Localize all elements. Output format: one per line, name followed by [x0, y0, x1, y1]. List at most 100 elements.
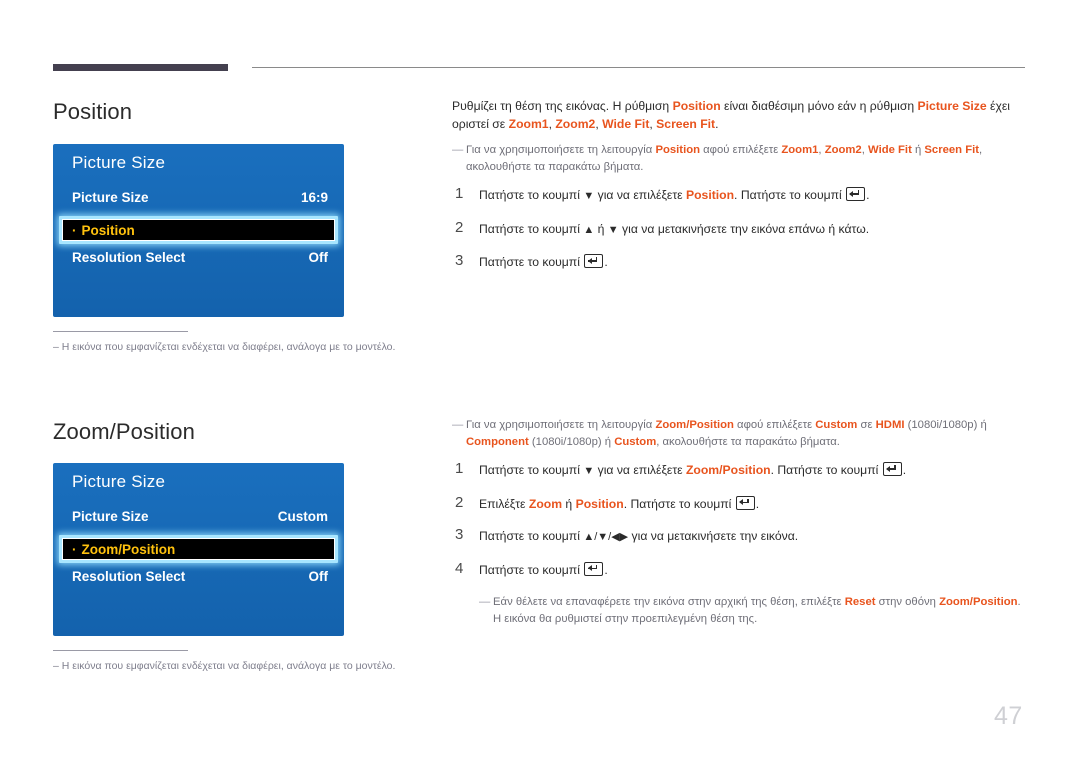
text: Πατήστε το κουμπί — [479, 529, 584, 543]
highlight-component: Component — [466, 435, 529, 448]
footnote-text-1: – Η εικόνα που εμφανίζεται ενδέχεται να … — [53, 341, 395, 353]
highlight-picture-size: Picture Size — [917, 99, 987, 113]
footnote-rule — [53, 650, 188, 651]
end-note: — Εάν θέλετε να επαναφέρετε την εικόνα στ… — [479, 594, 1027, 627]
text: σε — [857, 419, 876, 431]
text: για να μετακινήσετε την εικόνα. — [628, 529, 799, 543]
osd-row-value: Off — [308, 569, 329, 584]
osd-row-value: Off — [308, 250, 329, 265]
step-3: 3 Πατήστε το κουμπί ▲/▼/◀▶ για να μετακιν… — [452, 526, 1027, 547]
osd-row-label: Resolution Select — [72, 569, 186, 584]
text: είναι διαθέσιμη μόνο εάν η ρύθμιση — [720, 99, 918, 113]
bullet-icon: · — [72, 222, 77, 238]
text: Πατήστε το κουμπί — [479, 463, 584, 477]
step-1: 1 Πατήστε το κουμπί ▼ για να επιλέξετε Zo… — [452, 460, 1027, 481]
text: Για να χρησιμοποιήσετε τη λειτουργία — [466, 419, 656, 431]
bullet-icon: · — [72, 541, 77, 557]
section-1-body: Ρυθμίζει τη θέση της εικόνας. Η ρύθμιση … — [452, 98, 1027, 287]
highlight-zoom-position: Zoom/Position — [655, 419, 734, 431]
text: . — [902, 463, 907, 477]
highlight-screen-fit: Screen Fit — [924, 144, 980, 156]
osd-row-position-selected[interactable]: · Position — [59, 216, 338, 244]
osd-row-value: 16:9 — [300, 190, 328, 205]
enter-key-icon — [882, 462, 902, 476]
note-dash-icon: — — [452, 419, 464, 431]
text: . — [755, 496, 760, 511]
text: στην οθόνη — [875, 596, 940, 608]
footnote-text-2: – Η εικόνα που εμφανίζεται ενδέχεται να … — [53, 660, 395, 672]
footnote-dash: – — [53, 341, 59, 353]
osd-selected-inner: · Zoom/Position — [62, 538, 335, 560]
arrow-down-icon: ▼ — [583, 465, 595, 477]
highlight-position: Position — [655, 144, 701, 156]
step-number: 1 — [455, 185, 464, 202]
highlight-wide-fit: Wide Fit — [602, 116, 650, 131]
osd-selected-inner: · Position — [62, 219, 335, 241]
footnote-rule — [53, 331, 188, 332]
enter-key-icon — [584, 561, 604, 576]
text: . Πατήστε το κουμπί — [734, 188, 846, 202]
note-1: — Για να χρησιμοποιήσετε τη λειτουργία Po… — [452, 142, 1027, 175]
step-2: 2 Επιλέξτε Zoom ή Position. Πατήστε το κο… — [452, 494, 1027, 514]
text: . — [604, 255, 608, 269]
highlight-custom: Custom — [614, 435, 657, 448]
highlight-position: Position — [672, 99, 721, 113]
enter-key-icon — [735, 495, 755, 510]
header-rule-line — [252, 67, 1025, 68]
step-number: 3 — [455, 526, 464, 543]
arrow-cluster-icon: ▲/▼/◀▶ — [583, 531, 629, 543]
step-2: 2 Πατήστε το κουμπί ▲ ή ▼ για να μετακινή… — [452, 218, 1027, 240]
text: για να μετακινήσετε την εικόνα επάνω ή κ… — [618, 221, 870, 236]
footnote-body: Η εικόνα που εμφανίζεται ενδέχεται να δι… — [61, 660, 396, 672]
page-title-position: Position — [53, 99, 133, 124]
section-2-body: — Για να χρησιμοποιήσετε τη λειτουργία Zo… — [452, 417, 1027, 639]
highlight-zoom1: Zoom1 — [508, 116, 549, 131]
text: Επιλέξτε — [479, 496, 529, 511]
footnote-dash: – — [53, 660, 59, 672]
text: Για να χρησιμοποιήσετε τη λειτουργία — [466, 144, 656, 156]
osd-panel-picture-size-2: Picture Size Picture Size Custom · Zoom/… — [53, 463, 344, 636]
text: ή — [594, 221, 608, 236]
text: ή — [911, 144, 925, 156]
header-accent-bar — [53, 64, 228, 71]
osd-row-resolution-select[interactable]: Resolution Select Off — [72, 250, 328, 270]
highlight-hdmi: HDMI — [875, 419, 905, 431]
text: . Πατήστε το κουμπί — [770, 463, 882, 477]
osd-row-label: Resolution Select — [72, 250, 186, 265]
highlight-reset: Reset — [844, 596, 876, 608]
text: αφού επιλέξετε — [700, 144, 782, 156]
step-1: 1 Πατήστε το κουμπί ▼ για να επιλέξετε Po… — [452, 185, 1027, 206]
text: (1080i/1080p) ή — [904, 419, 987, 431]
text: Ρυθμίζει τη θέση της εικόνας. Η ρύθμιση — [452, 99, 673, 113]
arrow-down-icon: ▼ — [607, 223, 619, 236]
osd-row-resolution-select[interactable]: Resolution Select Off — [72, 569, 328, 589]
highlight-zoom-position: Zoom/Position — [685, 463, 771, 477]
enter-key-icon — [584, 254, 604, 268]
text: Πατήστε το κουμπί — [479, 221, 584, 236]
highlight-zoom2: Zoom2 — [555, 116, 596, 131]
osd-row-picture-size[interactable]: Picture Size 16:9 — [72, 190, 328, 210]
step-3: 3 Πατήστε το κουμπί . — [452, 252, 1027, 272]
highlight-position: Position — [575, 496, 624, 511]
highlight-zoom-position: Zoom/Position — [939, 596, 1018, 608]
osd-row-label: Picture Size — [72, 190, 149, 205]
osd-row-picture-size[interactable]: Picture Size Custom — [72, 509, 328, 529]
enter-key-icon — [846, 187, 866, 201]
osd-row-zoom-position-selected[interactable]: · Zoom/Position — [59, 535, 338, 563]
page-number: 47 — [994, 702, 1023, 730]
highlight-position: Position — [685, 188, 735, 202]
page-title-zoom-position: Zoom/Position — [53, 419, 195, 444]
footnote-body: Η εικόνα που εμφανίζεται ενδέχεται να δι… — [61, 341, 396, 353]
note-2: — Για να χρησιμοποιήσετε τη λειτουργία Zo… — [452, 417, 1027, 450]
text: . — [604, 562, 608, 577]
osd-title: Picture Size — [72, 153, 166, 172]
arrow-up-icon: ▲ — [583, 223, 595, 236]
step-number: 1 — [455, 460, 464, 477]
text: . — [866, 188, 870, 202]
note-dash-icon: — — [479, 596, 491, 608]
note-dash-icon: — — [452, 144, 464, 156]
osd-title: Picture Size — [72, 472, 166, 491]
step-number: 2 — [455, 218, 464, 236]
text: Εάν θέλετε να επαναφέρετε την εικόνα στη… — [493, 596, 845, 608]
text: αφού επιλέξετε — [733, 419, 816, 431]
